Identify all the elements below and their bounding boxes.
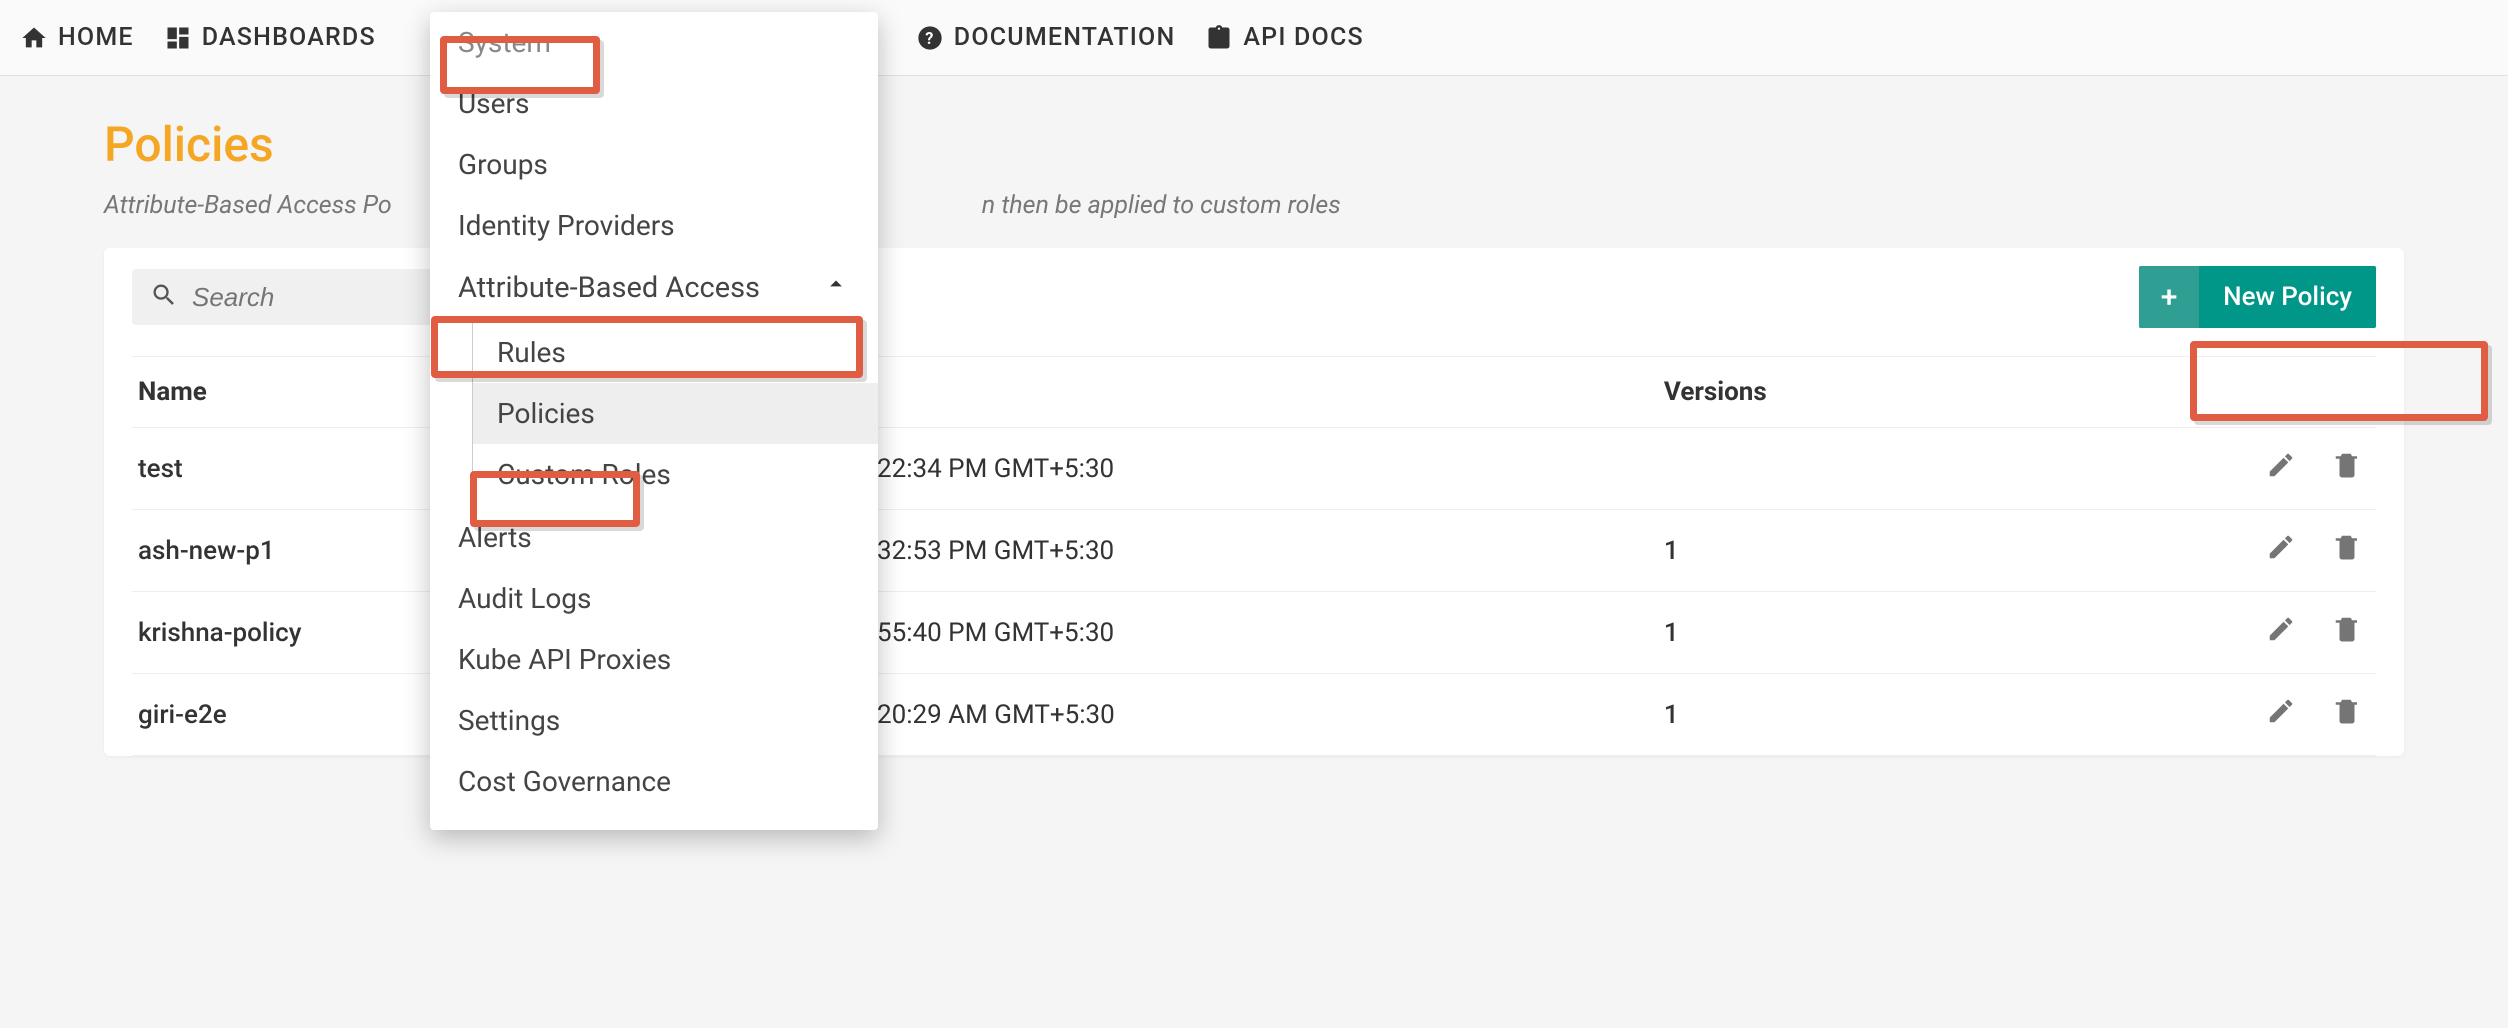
policy-actions (2152, 592, 2376, 674)
dropdown-item-policies[interactable]: Policies (473, 383, 878, 444)
page-desc-prefix: Attribute-Based Access Po (104, 191, 392, 220)
clipboard-icon (1205, 24, 1233, 52)
dropdown-item-alerts[interactable]: Alerts (430, 507, 878, 568)
home-icon (20, 24, 48, 52)
dropdown-item-audit-logs[interactable]: Audit Logs (430, 568, 878, 629)
edit-icon[interactable] (2266, 614, 2296, 644)
delete-icon[interactable] (2332, 532, 2362, 562)
nav-apidocs-label: API DOCS (1243, 23, 1363, 52)
policy-time: 3:22:34 PM GMT+5:30 (850, 428, 1658, 510)
dropdown-item-groups[interactable]: Groups (430, 134, 878, 195)
policy-actions (2152, 510, 2376, 592)
edit-icon[interactable] (2266, 532, 2296, 562)
dropdown-item-kube-api-proxies[interactable]: Kube API Proxies (430, 629, 878, 690)
dropdown-item-rules[interactable]: Rules (473, 322, 878, 383)
delete-icon[interactable] (2332, 450, 2362, 480)
svg-text:?: ? (925, 28, 935, 47)
dropdown-item-custom-roles[interactable]: Custom Roles (473, 444, 878, 505)
new-policy-label: New Policy (2199, 266, 2376, 328)
delete-icon[interactable] (2332, 614, 2362, 644)
nav-documentation-label: DOCUMENTATION (954, 23, 1176, 52)
new-policy-button[interactable]: + New Policy (2139, 266, 2376, 328)
policy-versions[interactable]: 1 (1658, 674, 2152, 756)
nav-home-label: HOME (58, 23, 134, 52)
nav-apidocs[interactable]: API DOCS (1205, 23, 1363, 52)
dropdown-aba-label: Attribute-Based Access (458, 271, 760, 305)
dropdown-item-system[interactable]: System (430, 12, 878, 73)
page-desc-suffix: n then be applied to custom roles (982, 191, 1341, 220)
policy-versions[interactable] (1658, 428, 2152, 510)
dropdown-item-identity-providers[interactable]: Identity Providers (430, 195, 878, 256)
page-body: Policies Attribute-Based Access Po xxxxx… (0, 76, 2508, 756)
policy-time: 0:20:29 AM GMT+5:30 (850, 674, 1658, 756)
top-nav: HOME DASHBOARDS ? DOCUMENTATION API DOCS (0, 0, 2508, 76)
policy-versions[interactable]: 1 (1658, 592, 2152, 674)
search-box[interactable] (132, 269, 452, 325)
edit-icon[interactable] (2266, 696, 2296, 726)
dropdown-item-settings[interactable]: Settings (430, 690, 878, 751)
policy-actions (2152, 428, 2376, 510)
nav-dashboards-label: DASHBOARDS (202, 23, 376, 52)
nav-documentation[interactable]: ? DOCUMENTATION (916, 23, 1176, 52)
system-dropdown: System Users Groups Identity Providers A… (430, 12, 878, 830)
search-input[interactable] (192, 282, 434, 313)
dropdown-subgroup: Rules Policies Custom Roles (472, 320, 878, 507)
dropdown-item-cost-governance[interactable]: Cost Governance (430, 751, 878, 812)
nav-home[interactable]: HOME (20, 23, 134, 52)
nav-dashboards[interactable]: DASHBOARDS (164, 23, 376, 52)
plus-icon: + (2139, 266, 2199, 328)
dashboard-icon (164, 24, 192, 52)
delete-icon[interactable] (2332, 696, 2362, 726)
dropdown-item-attribute-based-access[interactable]: Attribute-Based Access (430, 256, 878, 320)
col-time (850, 357, 1658, 428)
policy-time: 3:32:53 PM GMT+5:30 (850, 510, 1658, 592)
col-actions (2152, 357, 2376, 428)
col-versions[interactable]: Versions (1658, 357, 2152, 428)
edit-icon[interactable] (2266, 450, 2296, 480)
dropdown-item-users[interactable]: Users (430, 73, 878, 134)
policy-versions[interactable]: 1 (1658, 510, 2152, 592)
search-icon (150, 281, 178, 313)
policy-time: 4:55:40 PM GMT+5:30 (850, 592, 1658, 674)
chevron-up-icon (822, 270, 850, 306)
help-icon: ? (916, 24, 944, 52)
policy-actions (2152, 674, 2376, 756)
